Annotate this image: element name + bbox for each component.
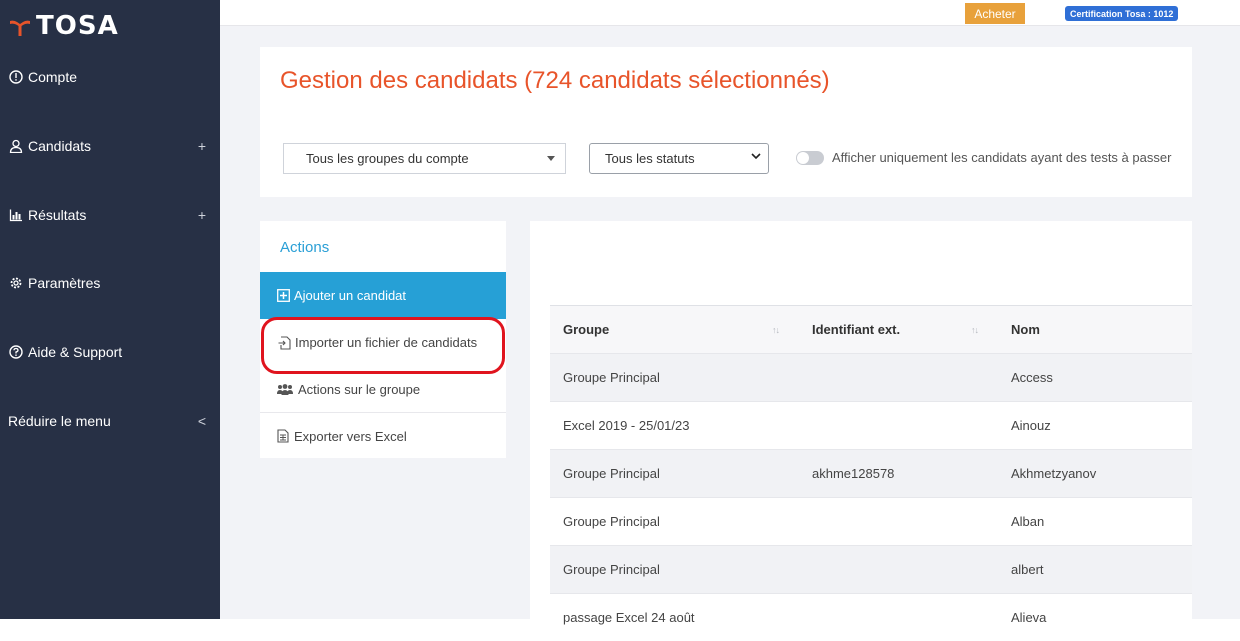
table-row[interactable]: Groupe Principal Access — [550, 353, 1192, 401]
cell-groupe: Excel 2019 - 25/01/23 — [563, 418, 690, 433]
main-content: Acheter Certification Tosa : 1012 Gestio… — [220, 0, 1240, 625]
info-circle-icon — [8, 69, 24, 85]
table-row[interactable]: Excel 2019 - 25/01/23 Ainouz — [550, 401, 1192, 449]
cell-groupe: Groupe Principal — [563, 562, 660, 577]
caret-down-icon — [547, 156, 555, 161]
cell-nom: Ainouz — [1011, 418, 1051, 433]
header-card: Gestion des candidats (724 candidats sél… — [260, 47, 1192, 197]
cell-groupe: Groupe Principal — [563, 466, 660, 481]
user-icon — [8, 138, 24, 154]
action-label: Exporter vers Excel — [294, 428, 407, 444]
logo-text: TOSA — [36, 11, 119, 41]
sidebar-item-resultats[interactable]: Résultats + — [0, 197, 220, 233]
sidebar-item-reduire-menu[interactable]: Réduire le menu < — [0, 403, 220, 439]
sidebar-item-candidats[interactable]: Candidats + — [0, 128, 220, 164]
file-import-icon — [277, 335, 291, 350]
tests-to-take-toggle[interactable] — [796, 151, 824, 165]
export-excel-button[interactable]: Exporter vers Excel — [260, 412, 506, 459]
status-select-value: Tous les statuts — [605, 151, 695, 166]
tosa-logo[interactable]: TOSA — [8, 10, 119, 42]
sidebar-item-label: Compte — [28, 69, 78, 85]
cell-nom: Alieva — [1011, 610, 1047, 625]
table-row[interactable]: Groupe Principal akhme128578 Akhmetzyano… — [550, 449, 1192, 497]
cell-groupe: Groupe Principal — [563, 514, 660, 529]
column-header-nom[interactable]: Nom — [1011, 322, 1040, 337]
candidates-table: Groupe ↑↓ Identifiant ext. ↑↓ Nom Groupe… — [550, 305, 1192, 641]
table-row[interactable]: Groupe Principal Alban — [550, 497, 1192, 545]
column-header-groupe[interactable]: Groupe — [563, 322, 609, 337]
group-actions-button[interactable]: Actions sur le groupe — [260, 366, 506, 413]
toggle-label: Afficher uniquement les candidats ayant … — [832, 150, 1172, 165]
sidebar-item-parametres[interactable]: Paramètres — [0, 265, 220, 301]
cell-groupe: passage Excel 24 août — [563, 610, 695, 625]
spreadsheet-file-icon — [276, 429, 290, 443]
groups-select[interactable]: Tous les groupes du compte — [283, 143, 566, 174]
action-label: Actions sur le groupe — [298, 382, 421, 397]
buy-button[interactable]: Acheter — [965, 3, 1025, 24]
cell-identifiant: akhme128578 — [812, 466, 895, 481]
tosa-logo-icon — [8, 14, 32, 38]
sidebar-item-label: Paramètres — [28, 275, 101, 291]
sidebar-item-label: Réduire le menu — [8, 413, 111, 429]
expand-icon[interactable]: + — [198, 207, 206, 223]
users-group-icon — [276, 383, 294, 397]
add-candidate-button[interactable]: Ajouter un candidat — [260, 272, 506, 319]
cell-nom: albert — [1011, 562, 1044, 577]
sidebar-item-label: Candidats — [28, 138, 92, 154]
toggle-knob — [797, 152, 809, 164]
sidebar-item-compte[interactable]: Compte — [0, 59, 220, 95]
column-header-identifiant[interactable]: Identifiant ext. — [812, 322, 900, 337]
action-label: Ajouter un candidat — [294, 288, 407, 303]
chevron-down-icon — [750, 150, 762, 165]
gear-icon — [8, 275, 24, 291]
sidebar-item-aide-support[interactable]: Aide & Support — [0, 334, 220, 370]
cell-nom: Alban — [1011, 514, 1045, 529]
certification-badge[interactable]: Certification Tosa : 1012 — [1065, 6, 1179, 21]
status-select[interactable]: Tous les statuts — [589, 143, 769, 174]
actions-panel: Actions Ajouter un candidat Importer un … — [260, 221, 506, 458]
collapse-chevron-icon[interactable]: < — [198, 413, 206, 429]
table-header: Groupe ↑↓ Identifiant ext. ↑↓ Nom — [550, 305, 1192, 353]
actions-title: Actions — [280, 239, 330, 256]
cell-nom: Akhmetzyanov — [1011, 466, 1097, 481]
sidebar: TOSA Compte Candidats + Résultats + Para… — [0, 0, 220, 619]
sort-icon[interactable]: ↑↓ — [772, 325, 780, 335]
table-row[interactable]: passage Excel 24 août Alieva — [550, 593, 1192, 641]
cell-nom: Access — [1011, 370, 1053, 385]
plus-square-icon — [276, 289, 290, 303]
page-title: Gestion des candidats (724 candidats sél… — [280, 67, 830, 94]
sidebar-item-label: Aide & Support — [28, 344, 123, 360]
candidates-table-card: Groupe ↑↓ Identifiant ext. ↑↓ Nom Groupe… — [530, 221, 1192, 625]
help-circle-icon — [8, 344, 24, 360]
groups-select-value: Tous les groupes du compte — [306, 151, 469, 166]
cell-groupe: Groupe Principal — [563, 370, 660, 385]
sidebar-item-label: Résultats — [28, 207, 87, 223]
top-bar: Acheter Certification Tosa : 1012 — [220, 0, 1240, 26]
expand-icon[interactable]: + — [198, 138, 206, 154]
action-label: Importer un fichier de candidats — [295, 335, 478, 350]
bar-chart-icon — [8, 207, 24, 223]
table-row[interactable]: Groupe Principal albert — [550, 545, 1192, 593]
sort-icon[interactable]: ↑↓ — [971, 325, 979, 335]
import-candidates-file-button[interactable]: Importer un fichier de candidats — [260, 319, 506, 366]
